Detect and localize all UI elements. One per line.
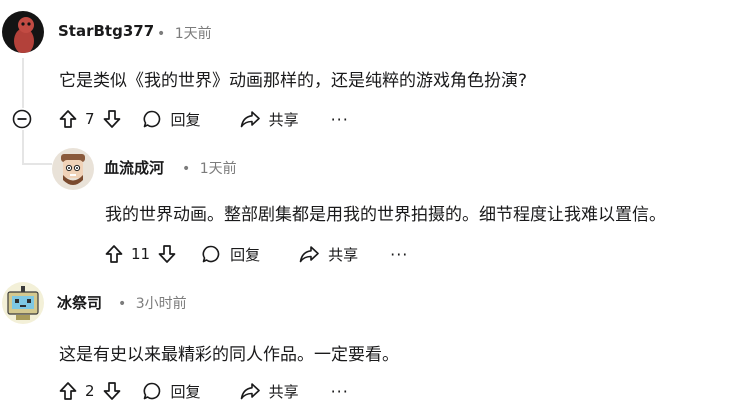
upvote-icon — [59, 110, 77, 128]
thread-line — [22, 130, 24, 165]
comment-bubble-icon — [202, 245, 220, 263]
reply-label: 回复 — [170, 382, 201, 401]
reply-label: 回复 — [230, 245, 261, 264]
downvote-button[interactable] — [101, 108, 123, 130]
comment-body: 这是有史以来最精彩的同人作品。一定要看。 — [59, 345, 399, 365]
separator-dot: • — [182, 161, 191, 177]
share-label: 共享 — [328, 245, 359, 264]
comment-actions: 11 回复 共享 ··· — [103, 237, 408, 271]
comment-actions: 7 回复 共享 ··· — [57, 102, 349, 136]
comment-meta: • 3小时前 — [118, 293, 187, 313]
thread-line — [22, 163, 52, 165]
downvote-icon — [103, 382, 120, 400]
reply-label: 回复 — [170, 110, 201, 129]
reply-button[interactable]: 回复 — [141, 380, 201, 402]
downvote-icon — [158, 245, 176, 263]
comment-body: 我的世界动画。整部剧集都是用我的世界拍摄的。细节程度让我难以置信。 — [105, 205, 666, 225]
avatar[interactable] — [52, 148, 94, 190]
share-arrow-icon — [299, 246, 319, 263]
downvote-button[interactable] — [156, 243, 178, 265]
upvote-button[interactable] — [57, 380, 79, 402]
upvote-icon — [59, 382, 77, 400]
comment-meta: • 1天前 — [182, 158, 237, 178]
collapse-icon — [12, 109, 32, 129]
thread-line — [22, 58, 24, 108]
vote-count: 7 — [85, 110, 95, 128]
reply-button[interactable]: 回复 — [200, 243, 260, 265]
share-button[interactable]: 共享 — [239, 108, 299, 130]
share-button[interactable]: 共享 — [239, 380, 299, 402]
comment-timestamp[interactable]: 1天前 — [200, 161, 237, 177]
more-options-button[interactable]: ··· — [331, 110, 349, 129]
upvote-icon — [105, 245, 123, 263]
comment-body: 它是类似《我的世界》动画那样的，还是纯粹的游戏角色扮演? — [59, 71, 528, 91]
share-arrow-icon — [240, 111, 260, 128]
avatar[interactable] — [2, 11, 44, 53]
share-arrow-icon — [240, 383, 260, 400]
vote-count: 2 — [85, 382, 95, 400]
comment-username[interactable]: 血流成河 — [104, 157, 164, 178]
separator-dot: • — [157, 26, 166, 42]
more-options-button[interactable]: ··· — [390, 245, 408, 264]
collapse-thread-button[interactable] — [11, 108, 33, 130]
downvote-icon — [103, 110, 120, 128]
comment-actions: 2 回复 共享 ··· — [57, 374, 349, 408]
comment-bubble-icon — [143, 382, 160, 400]
comment-timestamp[interactable]: 3小时前 — [136, 296, 187, 312]
share-label: 共享 — [268, 110, 299, 129]
downvote-button[interactable] — [101, 380, 123, 402]
reply-button[interactable]: 回复 — [141, 108, 201, 130]
comment-meta: • 1天前 — [157, 23, 212, 43]
share-label: 共享 — [268, 382, 299, 401]
upvote-button[interactable] — [57, 108, 79, 130]
comment-username[interactable]: 冰祭司 — [57, 292, 102, 313]
more-options-button[interactable]: ··· — [331, 382, 349, 401]
avatar[interactable] — [2, 282, 44, 324]
share-button[interactable]: 共享 — [298, 243, 358, 265]
separator-dot: • — [118, 296, 127, 312]
vote-count: 11 — [131, 245, 151, 263]
comment-username[interactable]: StarBtg377 — [58, 22, 154, 40]
comment-bubble-icon — [143, 110, 160, 128]
upvote-button[interactable] — [103, 243, 125, 265]
comment-timestamp[interactable]: 1天前 — [175, 26, 212, 42]
